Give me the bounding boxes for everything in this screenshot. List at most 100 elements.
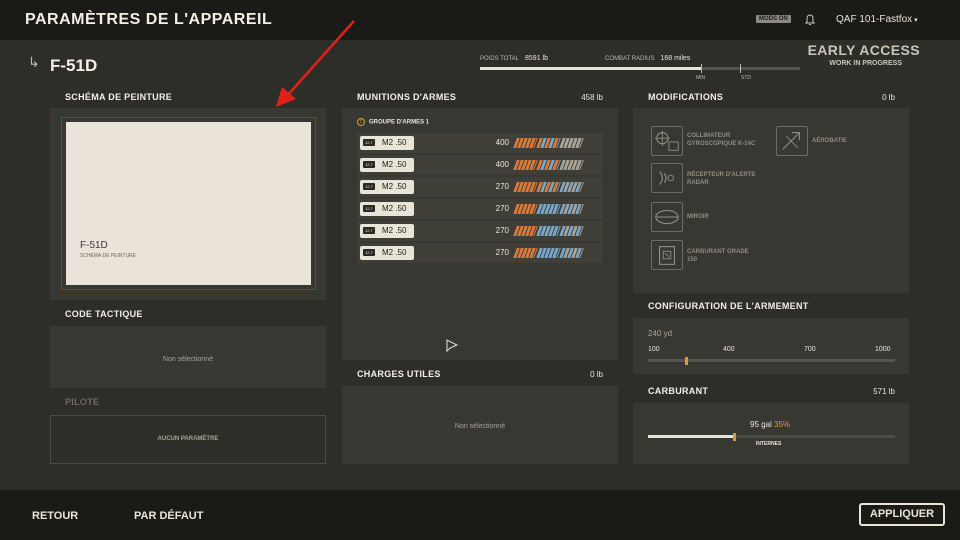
bell-icon[interactable] <box>803 13 817 27</box>
tick-min-label: MIN <box>696 75 706 81</box>
modifications-section-title: MODIFICATIONS <box>648 92 724 102</box>
armament-current: 240 yd <box>648 329 673 338</box>
payload-weight: 0 lb <box>590 370 603 379</box>
gun-tag: 12.7 M2 .50 <box>360 180 414 194</box>
munitions-section-title: MUNITIONS D'ARMES <box>357 92 457 102</box>
mod-gunsight-line2: GYROSCOPIQUE K-14C <box>687 141 756 147</box>
ammo-belt-segment <box>536 226 561 236</box>
armament-tick-1000: 1000 <box>875 346 891 353</box>
default-button[interactable]: PAR DÉFAUT <box>134 510 203 522</box>
back-button[interactable]: RETOUR <box>32 510 78 522</box>
aerobatics-icon[interactable] <box>776 126 808 156</box>
user-menu[interactable]: QAF 101-Fastfox ▾ <box>836 14 918 25</box>
gun-tag: 12.7 M2 .50 <box>360 246 414 260</box>
tick-std <box>740 64 741 73</box>
ammo-row[interactable]: 12.7 M2 .50 270 <box>357 177 603 197</box>
ammo-belt-segment <box>536 248 561 258</box>
ammo-belt-segment <box>559 138 584 148</box>
caliber-badge: 12.7 <box>363 205 375 212</box>
ammo-belt-segment <box>536 182 561 192</box>
ammo-belt[interactable] <box>513 138 584 148</box>
annotation-arrow-icon <box>276 20 355 107</box>
weight-value: 8591 lb <box>525 55 548 62</box>
armament-panel <box>633 318 909 374</box>
ammo-belt[interactable] <box>513 248 584 258</box>
ammo-belt-segment <box>559 204 584 214</box>
paint-preview: F-51D SCHÉMA DE PEINTURE : <box>66 122 311 285</box>
radar-icon[interactable] <box>651 163 683 193</box>
tactical-panel[interactable]: Non sélectionné <box>50 326 326 388</box>
radius-label: COMBAT RADIUS <box>605 56 655 62</box>
ammo-belt-segment <box>513 160 538 170</box>
ammo-belt[interactable] <box>513 160 584 170</box>
weight-label: POIDS TOTAL <box>480 56 520 62</box>
ammo-belt[interactable] <box>513 204 584 214</box>
mirror-icon[interactable] <box>651 202 683 232</box>
caliber-badge: 12.7 <box>363 139 375 146</box>
pilot-empty: AUCUN PARAMÈTRE <box>157 436 219 442</box>
ammo-belt-segment <box>559 182 584 192</box>
ammo-row[interactable]: 12.7 M2 .50 270 <box>357 221 603 241</box>
ammo-row[interactable]: 12.7 M2 .50 270 <box>357 243 603 263</box>
convergence-slider-knob[interactable] <box>685 357 689 365</box>
page-title: PARAMÈTRES DE L'APPAREIL <box>25 11 273 28</box>
ammo-belt-segment <box>513 248 538 258</box>
modifications-weight: 0 lb <box>882 93 895 102</box>
combat-radius-bar <box>480 64 800 73</box>
caliber-badge: 12.7 <box>363 183 375 190</box>
gun-name: M2 .50 <box>382 204 407 213</box>
ammo-belt-segment <box>513 204 538 214</box>
ammo-belt-segment <box>513 182 538 192</box>
fuel-tank-label: INTERNES <box>756 441 782 447</box>
fuel-slider-fill <box>648 435 735 438</box>
tick-std-label: STD <box>741 75 751 81</box>
caliber-badge: 12.7 <box>363 161 375 168</box>
convergence-slider[interactable] <box>648 357 895 365</box>
ammo-belt[interactable] <box>513 226 584 236</box>
radius-value: 168 miles <box>660 55 691 62</box>
ammo-row[interactable]: 12.7 M2 .50 400 <box>357 133 603 153</box>
apply-button[interactable]: APPLIQUER <box>859 503 945 526</box>
ammo-belt-segment <box>559 226 584 236</box>
info-icon: ! <box>357 118 365 126</box>
early-access-badge: EARLY ACCESS WORK IN PROGRESS <box>808 42 920 67</box>
ammo-belt-segment <box>536 138 561 148</box>
gun-name: M2 .50 <box>382 226 407 235</box>
mod-fuel-label: CARBURANT GRADE 150 <box>687 248 787 264</box>
mod-radar-line2: RADAR <box>687 180 709 186</box>
back-arrow-icon: ↳ <box>28 54 40 70</box>
gun-name: M2 .50 <box>382 248 407 257</box>
mod-gunsight-line1: COLLIMATEUR <box>687 133 731 139</box>
combat-radius-fill <box>480 67 701 70</box>
fuel-slider-knob[interactable] <box>733 433 737 441</box>
mod-gunsight-label: COLLIMATEUR GYROSCOPIQUE K-14C <box>687 132 787 148</box>
gun-tag: 12.7 M2 .50 <box>360 202 414 216</box>
caliber-badge: 12.7 <box>363 249 375 256</box>
armament-tick-100: 100 <box>648 346 660 353</box>
payload-panel[interactable]: Non sélectionné <box>342 386 618 464</box>
fuel-amount: 95 gal <box>750 420 772 429</box>
mod-mirror-label: MIROIR <box>687 213 787 221</box>
armament-section-title: CONFIGURATION DE L'ARMEMENT <box>648 301 809 311</box>
ammo-row[interactable]: 12.7 M2 .50 400 <box>357 155 603 175</box>
caliber-badge: 12.7 <box>363 227 375 234</box>
payload-section-title: CHARGES UTILES <box>357 369 441 379</box>
mod-aerobatics-label: AÉROBATIE <box>812 137 912 145</box>
ammo-count: 400 <box>495 160 509 169</box>
ammo-belt-segment <box>559 248 584 258</box>
ammo-belt[interactable] <box>513 182 584 192</box>
radius-stat: COMBAT RADIUS 168 miles <box>605 55 690 62</box>
ammo-count: 270 <box>495 248 509 257</box>
footer-bar: RETOUR PAR DÉFAUT <box>0 490 960 540</box>
ammo-count: 270 <box>495 226 509 235</box>
gun-tag: 12.7 M2 .50 <box>360 158 414 172</box>
fuel-can-icon[interactable] <box>651 240 683 270</box>
gun-name: M2 .50 <box>382 182 407 191</box>
tactical-section-title: CODE TACTIQUE <box>65 309 143 319</box>
pilot-panel: AUCUN PARAMÈTRE <box>50 415 326 464</box>
fuel-slider[interactable] <box>648 433 895 441</box>
paint-scheme-card[interactable]: F-51D SCHÉMA DE PEINTURE : <box>61 117 316 290</box>
gunsight-icon[interactable] <box>651 126 683 156</box>
mods-badge: MODS ON <box>756 15 791 23</box>
ammo-row[interactable]: 12.7 M2 .50 270 <box>357 199 603 219</box>
